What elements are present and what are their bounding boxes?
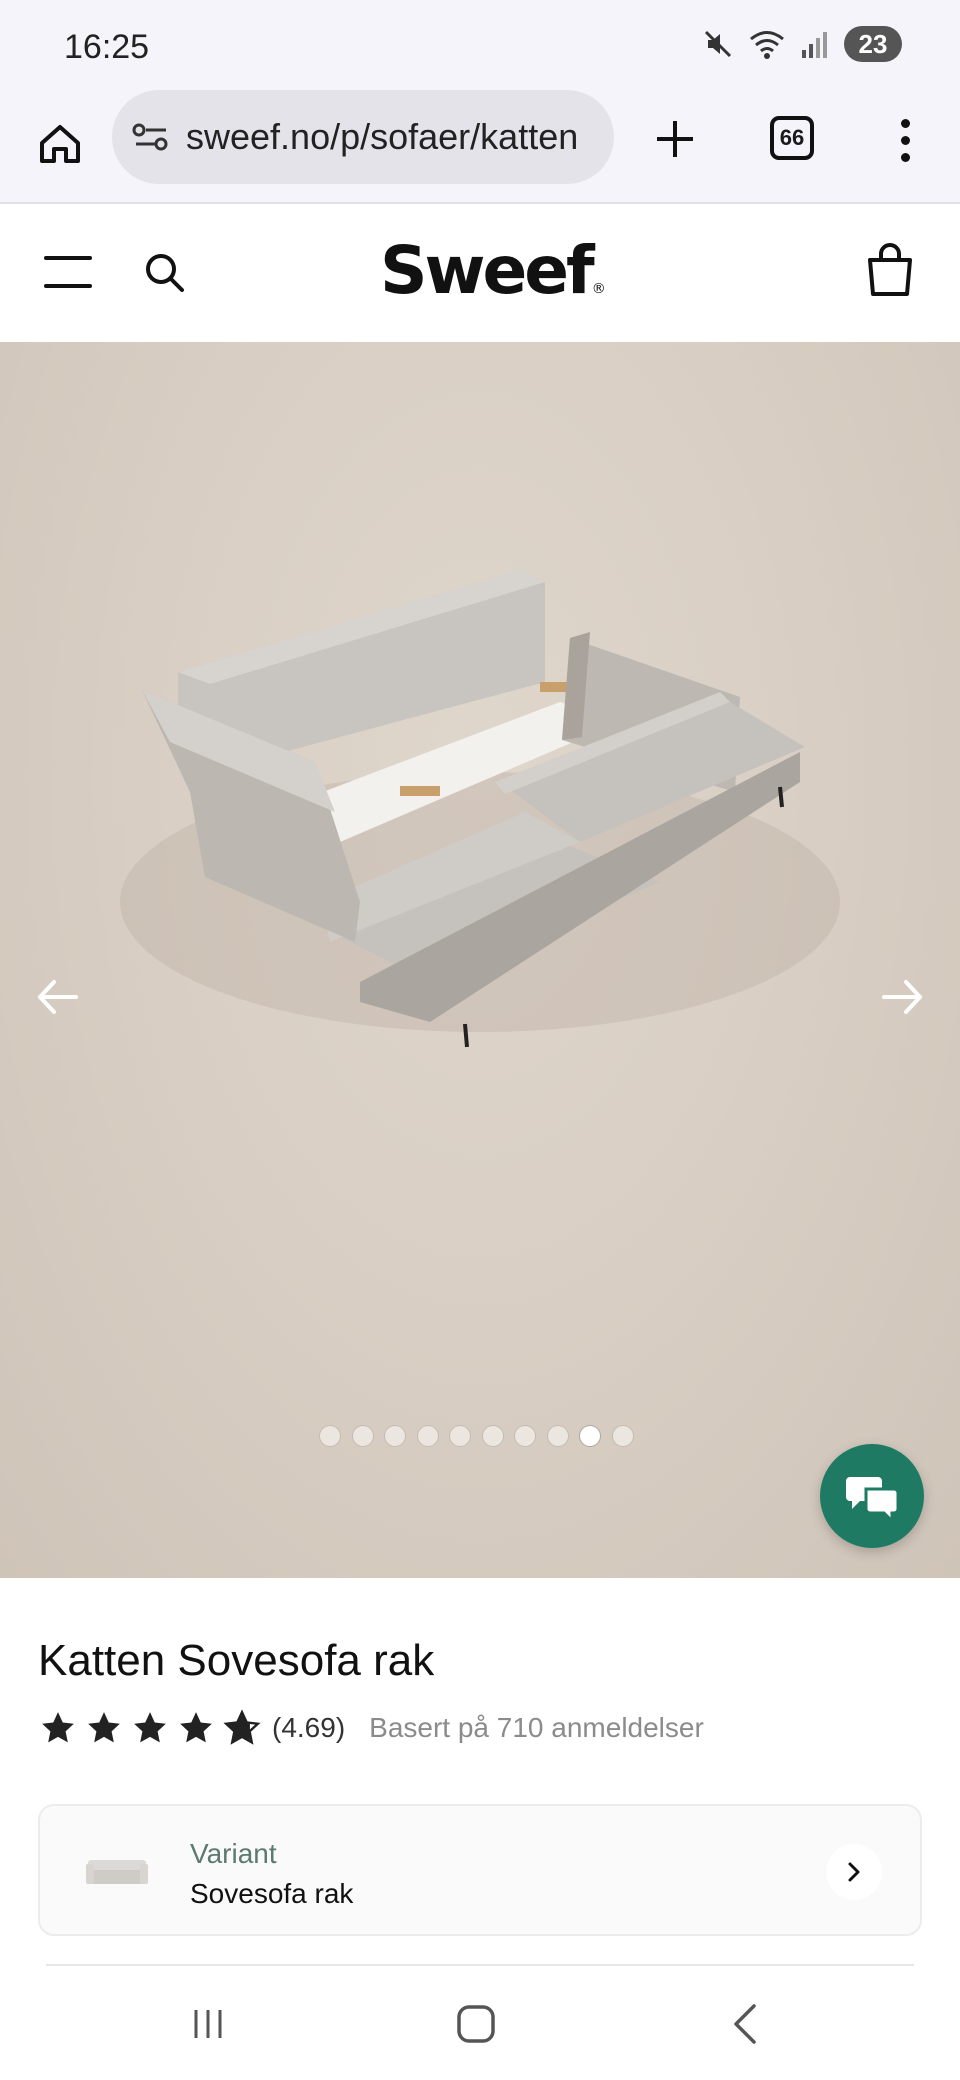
variant-selector[interactable]: Variant Sovesofa rak bbox=[38, 1804, 922, 1936]
product-gallery[interactable] bbox=[0, 342, 960, 1578]
gallery-dot[interactable] bbox=[580, 1426, 600, 1446]
rating-stars bbox=[38, 1709, 262, 1747]
url-text[interactable]: sweef.no/p/sofaer/katten bbox=[186, 116, 578, 158]
rating-value: (4.69) bbox=[272, 1712, 346, 1743]
rating-row[interactable]: (4.69) Basert på 710 anmeldelser bbox=[38, 1708, 704, 1748]
mute-icon bbox=[704, 30, 732, 58]
chat-button[interactable] bbox=[820, 1444, 924, 1548]
new-tab-icon bbox=[657, 121, 693, 157]
gallery-dot[interactable] bbox=[515, 1426, 535, 1446]
home-icon bbox=[40, 125, 80, 163]
star-icon bbox=[134, 1712, 166, 1743]
variant-value: Sovesofa rak bbox=[190, 1878, 354, 1909]
recents-icon bbox=[194, 2010, 222, 2038]
gallery-dot[interactable] bbox=[482, 1426, 503, 1446]
star-icon bbox=[180, 1712, 212, 1743]
home-button[interactable] bbox=[28, 112, 92, 176]
back-icon bbox=[734, 2004, 756, 2044]
gallery-pagination bbox=[320, 1426, 633, 1446]
chat-icon bbox=[846, 1477, 900, 1521]
address-bar[interactable]: sweef.no/p/sofaer/katten bbox=[112, 90, 614, 184]
status-bar: 16:25 23 bbox=[0, 0, 960, 90]
star-partial-icon bbox=[223, 1709, 261, 1745]
wifi-icon bbox=[750, 31, 784, 59]
rating-count[interactable]: Basert på 710 anmeldelser bbox=[369, 1712, 704, 1744]
variant-thumbnail bbox=[86, 1860, 148, 1884]
more-menu-icon[interactable] bbox=[880, 108, 930, 172]
gallery-dot[interactable] bbox=[547, 1426, 568, 1446]
status-icons: 23 bbox=[702, 26, 902, 62]
gallery-dot[interactable] bbox=[385, 1426, 405, 1446]
star-icon bbox=[42, 1712, 74, 1743]
chevron-right-icon bbox=[848, 1862, 860, 1882]
new-tab-button[interactable] bbox=[640, 104, 710, 174]
system-nav-bar bbox=[0, 1970, 960, 2080]
divider bbox=[46, 1964, 914, 1966]
signal-icon bbox=[802, 32, 827, 58]
gallery-dot[interactable] bbox=[417, 1426, 438, 1446]
home-nav-button[interactable] bbox=[446, 1996, 506, 2052]
recents-button[interactable] bbox=[178, 1996, 238, 2052]
site-header: Sweef® bbox=[0, 206, 960, 342]
gallery-dot[interactable] bbox=[612, 1426, 633, 1446]
back-button[interactable] bbox=[716, 1996, 776, 2052]
chevron-right-button[interactable] bbox=[826, 1844, 882, 1900]
arrow-left-icon[interactable] bbox=[32, 972, 82, 1022]
gallery-dot[interactable] bbox=[352, 1426, 373, 1446]
site-settings-icon[interactable] bbox=[132, 122, 170, 152]
arrow-right-icon[interactable] bbox=[878, 972, 928, 1022]
browser-toolbar: sweef.no/p/sofaer/katten 66 bbox=[0, 90, 960, 204]
product-title: Katten Sovesofa rak bbox=[38, 1636, 435, 1685]
variant-label: Variant bbox=[190, 1838, 277, 1869]
home-nav-icon bbox=[457, 2005, 495, 2043]
gallery-dot[interactable] bbox=[450, 1426, 470, 1446]
menu-icon[interactable] bbox=[44, 256, 92, 288]
status-time: 16:25 bbox=[64, 28, 150, 66]
sofa-bed-image bbox=[120, 570, 840, 1048]
gallery-dot[interactable] bbox=[320, 1426, 340, 1446]
star-icon bbox=[88, 1712, 120, 1743]
tab-switcher-icon[interactable]: 66 bbox=[770, 116, 814, 160]
site-logo[interactable]: Sweef® bbox=[380, 232, 606, 309]
cart-icon[interactable] bbox=[864, 240, 916, 300]
battery-icon: 23 bbox=[844, 26, 902, 62]
search-icon[interactable] bbox=[140, 248, 188, 296]
